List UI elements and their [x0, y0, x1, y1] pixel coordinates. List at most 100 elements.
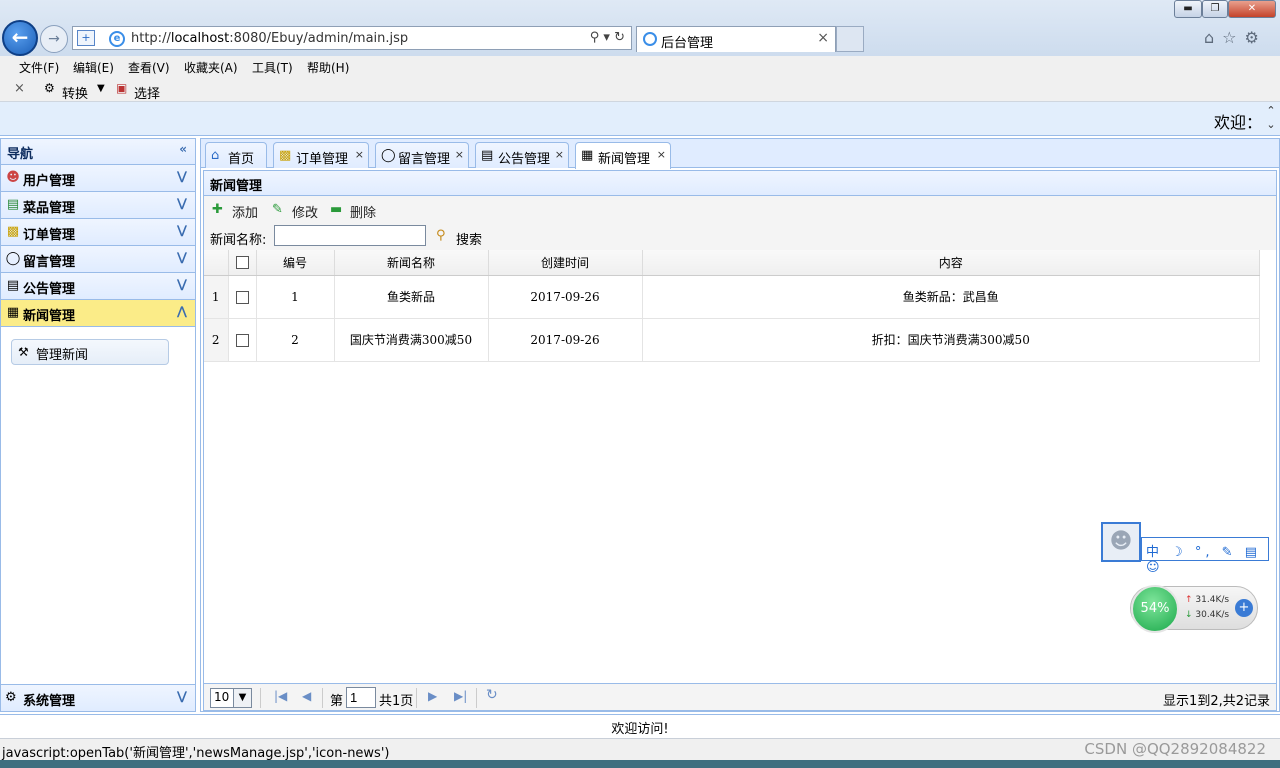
page-size-select[interactable]: 10 ▼ — [210, 688, 252, 708]
prev-page-icon[interactable]: ◀ — [302, 689, 311, 703]
home-icon[interactable]: ⌂ — [1204, 28, 1222, 47]
minimize-button[interactable]: ▬ — [1174, 0, 1202, 18]
pager-divider — [260, 688, 261, 708]
search-button[interactable]: ⚲ 搜索 — [436, 228, 483, 248]
row-check-cell — [228, 275, 257, 319]
nav-section-system[interactable]: ⚙ 系统管理 ⋁ — [1, 684, 195, 711]
nav-section-label: 订单管理 — [23, 228, 76, 243]
page-icon[interactable]: + — [77, 30, 95, 46]
ime-toolbar[interactable]: 中 ☽ °, ✎ ▤ ☺ — [1141, 537, 1269, 575]
chevron-down-icon: ⋁ — [176, 277, 187, 291]
menu-tools[interactable]: 工具(T) — [252, 59, 293, 76]
download-speed: ↓ 30.4K/s — [1185, 610, 1229, 620]
notice-icon: ▤ — [481, 148, 494, 163]
next-page-icon[interactable]: ▶ — [428, 689, 437, 703]
row-checkbox[interactable] — [235, 290, 249, 304]
search-button-label: 搜索 — [456, 233, 483, 248]
comment-icon: ◯ — [5, 251, 21, 266]
restore-button[interactable]: ❐ — [1202, 0, 1228, 18]
close-bar-icon[interactable]: × — [14, 81, 25, 96]
menu-help[interactable]: 帮助(H) — [307, 59, 349, 76]
row-checkbox[interactable] — [235, 333, 249, 347]
plus-icon[interactable]: + — [1235, 599, 1253, 617]
address-url: http://localhost:8080/Ebuy/admin/main.js… — [131, 31, 409, 46]
menu-view[interactable]: 查看(V) — [128, 59, 170, 76]
os-taskbar — [0, 760, 1280, 768]
browser-tab[interactable]: 后台管理 × — [636, 26, 836, 52]
close-window-button[interactable]: ✕ — [1228, 0, 1276, 18]
column-header-name[interactable]: 新闻名称 — [334, 250, 489, 276]
new-tab-button[interactable] — [836, 26, 864, 52]
table-row[interactable]: 2 2 国庆节消费满300减50 2017-09-26 折扣：国庆节消费满300… — [204, 318, 1260, 362]
tab-notices[interactable]: ▤ 公告管理 × — [475, 142, 569, 168]
settings-icon[interactable]: ⚙ — [1245, 28, 1267, 47]
tab-news[interactable]: ▦ 新闻管理 × — [575, 142, 671, 169]
forward-button[interactable]: → — [40, 25, 68, 53]
convert-button[interactable]: 转换 — [62, 83, 88, 102]
nav-section-label: 系统管理 — [23, 694, 76, 709]
nav-section-messages[interactable]: ◯ 留言管理 ⋁ — [1, 246, 195, 273]
download-speed-value: 30.4K/s — [1195, 610, 1230, 620]
add-button[interactable]: ✚ 添加 — [212, 202, 258, 221]
close-icon[interactable]: × — [555, 148, 564, 161]
search-input[interactable] — [274, 225, 426, 246]
close-tab-icon[interactable]: × — [817, 30, 829, 46]
select-button[interactable]: 选择 — [134, 83, 160, 102]
window-controls: ▬ ❐ ✕ — [1174, 0, 1278, 18]
pencil-icon: ✎ — [272, 202, 283, 217]
address-bar[interactable]: + e http://localhost:8080/Ebuy/admin/mai… — [72, 26, 632, 50]
close-icon[interactable]: × — [455, 148, 464, 161]
news-icon: ▦ — [581, 148, 594, 163]
qq-avatar-icon[interactable]: ☻ — [1101, 522, 1141, 562]
chevron-down-icon: ⋁ — [176, 250, 187, 264]
nav-section-notices[interactable]: ▤ 公告管理 ⋁ — [1, 273, 195, 300]
column-header-id[interactable]: 编号 — [256, 250, 335, 276]
column-header-created[interactable]: 创建时间 — [488, 250, 643, 276]
edit-button[interactable]: ✎ 修改 — [272, 202, 318, 221]
column-header-content[interactable]: 内容 — [642, 250, 1260, 276]
chevron-down-icon: ⋁ — [176, 196, 187, 210]
nav-section-dishes[interactable]: ▤ 菜品管理 ⋁ — [1, 192, 195, 219]
address-tools-icon[interactable]: ⚲ ▾ ↻ — [590, 30, 625, 45]
nav-section-label: 用户管理 — [23, 174, 76, 189]
browser-chrome: ← → + e http://localhost:8080/Ebuy/admin… — [0, 0, 1280, 56]
tab-orders[interactable]: ▩ 订单管理 × — [273, 142, 369, 168]
nav-section-orders[interactable]: ▩ 订单管理 ⋁ — [1, 219, 195, 246]
back-button[interactable]: ← — [2, 20, 38, 56]
delete-button[interactable]: ▬ 删除 — [330, 202, 376, 221]
header-scroll-icon[interactable]: ⌃ ⌄ — [1264, 104, 1278, 134]
welcome-text: 欢迎： — [1213, 113, 1262, 132]
grid-header-row: 编号 新闻名称 创建时间 内容 — [204, 250, 1260, 276]
network-speed-widget[interactable]: 54% ↑ 31.4K/s ↓ 30.4K/s + — [1130, 585, 1258, 633]
collapse-icon[interactable]: « — [179, 142, 187, 156]
first-page-icon[interactable]: |◀ — [274, 689, 287, 703]
menu-edit[interactable]: 编辑(E) — [73, 59, 114, 76]
panel-title: 新闻管理 — [203, 170, 1277, 196]
page-number-input[interactable] — [346, 687, 376, 708]
cell-id: 2 — [256, 318, 335, 362]
menu-favorites[interactable]: 收藏夹(A) — [184, 59, 238, 76]
nav-section-news[interactable]: ▦ 新闻管理 ⋀ — [1, 300, 195, 327]
browser-toolbar-icons: ⌂☆⚙ — [1204, 28, 1280, 50]
ie-icon — [643, 32, 657, 46]
browser-tab-title: 后台管理 — [661, 36, 714, 51]
user-icon: ☻ — [6, 170, 20, 185]
refresh-icon[interactable]: ↻ — [486, 687, 498, 703]
close-icon[interactable]: × — [355, 148, 364, 161]
table-row[interactable]: 1 1 鱼类新品 2017-09-26 鱼类新品：武昌鱼 — [204, 275, 1260, 319]
nav-subitem-manage-news[interactable]: ⚒ 管理新闻 — [11, 339, 169, 365]
tab-messages[interactable]: ◯ 留言管理 × — [375, 142, 469, 168]
close-icon[interactable]: × — [657, 148, 666, 161]
cell-name: 鱼类新品 — [334, 275, 489, 319]
grid-toolbar: ✚ 添加 ✎ 修改 ▬ 删除 新闻名称: ⚲ 搜索 — [203, 196, 1277, 250]
tab-home[interactable]: ⌂ 首页 — [205, 142, 267, 168]
last-page-icon[interactable]: ▶| — [454, 689, 467, 703]
edit-label: 修改 — [292, 206, 319, 221]
nav-section-users[interactable]: ☻ 用户管理 ⋁ — [1, 165, 195, 192]
favorites-icon[interactable]: ☆ — [1222, 28, 1244, 47]
select-all-checkbox[interactable] — [235, 256, 249, 270]
convert-icon: ⚙ — [44, 81, 55, 95]
menu-file[interactable]: 文件(F) — [19, 59, 59, 76]
chevron-down-icon[interactable]: ▼ — [97, 83, 105, 94]
nav-section-label: 菜品管理 — [23, 201, 76, 216]
